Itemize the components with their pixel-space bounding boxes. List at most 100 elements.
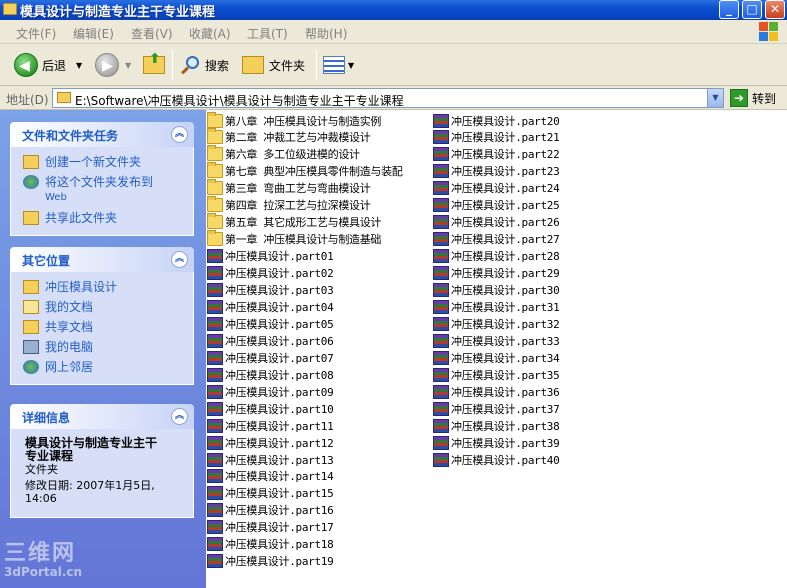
file-item[interactable]: 冲压模具设计.part02 [207, 265, 334, 282]
folder-item[interactable]: 第六章 多工位级进模的设计 [207, 145, 360, 163]
file-item[interactable]: 冲压模具设计.part26 [433, 214, 560, 231]
forward-dropdown-icon[interactable]: ▼ [125, 61, 131, 70]
file-item[interactable]: 冲压模具设计.part04 [207, 298, 334, 315]
network-icon [23, 360, 39, 374]
menu-tools[interactable]: 工具(T) [247, 25, 288, 42]
views-button[interactable]: ▼ [323, 52, 354, 78]
menu-help[interactable]: 帮助(H) [305, 25, 347, 42]
file-item[interactable]: 冲压模具设计.part14 [207, 468, 334, 485]
task-share-folder[interactable]: 共享此文件夹 [23, 211, 187, 225]
close-button[interactable]: ✕ [765, 0, 785, 19]
folder-icon [207, 128, 223, 145]
file-item[interactable]: 冲压模具设计.part36 [433, 383, 560, 400]
file-item[interactable]: 冲压模具设计.part06 [207, 332, 334, 349]
file-name: 冲压模具设计.part21 [451, 131, 560, 145]
folder-item[interactable]: 第五章 其它成形工艺与模具设计 [207, 213, 381, 231]
file-item[interactable]: 冲压模具设计.part24 [433, 180, 560, 197]
address-input[interactable]: E:\Software\冲压模具设计\模具设计与制造专业主干专业课程 ▼ [52, 88, 724, 108]
file-item[interactable]: 冲压模具设计.part21 [433, 129, 560, 146]
file-item[interactable]: 冲压模具设计.part31 [433, 298, 560, 315]
other-places-header[interactable]: 其它位置 ︽ [10, 247, 194, 272]
folders-button[interactable]: 文件夹 [242, 52, 305, 78]
menu-file[interactable]: 文件(F) [16, 25, 56, 42]
file-item[interactable]: 冲压模具设计.part10 [207, 400, 334, 417]
place-my-computer[interactable]: 我的电脑 [23, 340, 187, 354]
place-shared-documents[interactable]: 共享文档 [23, 320, 187, 334]
task-new-folder[interactable]: 创建一个新文件夹 [23, 155, 187, 169]
menu-favorites[interactable]: 收藏(A) [189, 25, 231, 42]
forward-arrow-icon: ▶ [95, 53, 119, 77]
file-item[interactable]: 冲压模具设计.part18 [207, 536, 334, 553]
file-item[interactable]: 冲压模具设计.part40 [433, 451, 560, 468]
file-item[interactable]: 冲压模具设计.part16 [207, 502, 334, 519]
file-item[interactable]: 冲压模具设计.part25 [433, 197, 560, 214]
views-dropdown-icon[interactable]: ▼ [348, 61, 354, 70]
file-item[interactable]: 冲压模具设计.part23 [433, 163, 560, 180]
folder-item[interactable]: 第一章 冲压模具设计与制造基础 [207, 230, 382, 248]
file-item[interactable]: 冲压模具设计.part11 [207, 417, 334, 434]
windows-logo-icon [759, 22, 779, 42]
file-item[interactable]: 冲压模具设计.part13 [207, 451, 334, 468]
collapse-chevron-icon[interactable]: ︽ [171, 126, 188, 143]
task-publish-web[interactable]: 将这个文件夹发布到 Web [23, 175, 187, 205]
file-item[interactable]: 冲压模具设计.part12 [207, 434, 334, 451]
file-item[interactable]: 冲压模具设计.part03 [207, 282, 334, 299]
back-button[interactable]: ◀ 后退 ▼ [14, 52, 82, 78]
search-button[interactable]: 搜索 [180, 52, 229, 78]
file-item[interactable]: 冲压模具设计.part20 [433, 112, 560, 129]
folder-item[interactable]: 第七章 典型冲压模具零件制造与装配 [207, 162, 403, 180]
file-item[interactable]: 冲压模具设计.part22 [433, 146, 560, 163]
file-item[interactable]: 冲压模具设计.part30 [433, 282, 560, 299]
title-bar[interactable]: 模具设计与制造专业主干专业课程 _ □ ✕ [0, 0, 787, 20]
file-tasks-title: 文件和文件夹任务 [22, 129, 119, 143]
maximize-button[interactable]: □ [742, 0, 762, 19]
file-tasks-header[interactable]: 文件和文件夹任务 ︽ [10, 122, 194, 147]
task-publish-web-label: 将这个文件夹发布到 [45, 175, 154, 189]
go-button[interactable]: ➜ 转到 [730, 88, 776, 108]
file-item[interactable]: 冲压模具设计.part38 [433, 417, 560, 434]
back-dropdown-icon[interactable]: ▼ [76, 61, 82, 70]
menu-edit[interactable]: 编辑(E) [73, 25, 114, 42]
file-item[interactable]: 冲压模具设计.part33 [433, 332, 560, 349]
address-dropdown-icon[interactable]: ▼ [707, 89, 723, 107]
file-item[interactable]: 冲压模具设计.part34 [433, 349, 560, 366]
folder-item[interactable]: 第三章 弯曲工艺与弯曲模设计 [207, 179, 371, 197]
collapse-chevron-icon[interactable]: ︽ [171, 408, 188, 425]
collapse-chevron-icon[interactable]: ︽ [171, 251, 188, 268]
place-stamping-design[interactable]: 冲压模具设计 [23, 280, 187, 294]
file-item[interactable]: 冲压模具设计.part07 [207, 349, 334, 366]
details-header[interactable]: 详细信息 ︽ [10, 404, 194, 429]
forward-button[interactable]: ▶ ▼ [95, 52, 131, 78]
up-button[interactable]: ⬆ [143, 51, 165, 78]
menu-view[interactable]: 查看(V) [131, 25, 173, 42]
file-item[interactable]: 冲压模具设计.part35 [433, 366, 560, 383]
file-item[interactable]: 冲压模具设计.part28 [433, 248, 560, 265]
file-item[interactable]: 冲压模具设计.part27 [433, 231, 560, 248]
file-item[interactable]: 冲压模具设计.part09 [207, 383, 334, 400]
file-item[interactable]: 冲压模具设计.part08 [207, 366, 334, 383]
minimize-button[interactable]: _ [719, 0, 739, 19]
winrar-archive-icon [433, 198, 449, 213]
place-my-documents[interactable]: 我的文档 [23, 300, 187, 314]
file-item[interactable]: 冲压模具设计.part15 [207, 485, 334, 502]
folder-name: 第一章 冲压模具设计与制造基础 [225, 233, 382, 247]
file-item[interactable]: 冲压模具设计.part39 [433, 434, 560, 451]
folder-item[interactable]: 第二章 冲裁工艺与冲裁模设计 [207, 128, 371, 146]
folder-item[interactable]: 第四章 拉深工艺与拉深模设计 [207, 196, 371, 214]
documents-icon [23, 300, 39, 314]
folder-icon [207, 111, 223, 128]
file-item[interactable]: 冲压模具设计.part17 [207, 519, 334, 536]
place-network[interactable]: 网上邻居 [23, 360, 187, 374]
file-item[interactable]: 冲压模具设计.part01 [207, 248, 334, 265]
winrar-archive-icon [207, 350, 223, 365]
file-name: 冲压模具设计.part27 [451, 233, 560, 247]
file-item[interactable]: 冲压模具设计.part29 [433, 265, 560, 282]
file-item[interactable]: 冲压模具设计.part19 [207, 553, 334, 570]
folder-item[interactable]: 第八章 冲压模具设计与制造实例 [207, 111, 381, 129]
file-tasks-panel: 文件和文件夹任务 ︽ 创建一个新文件夹 将这个文件夹发布到 Web 共享此文件夹 [10, 122, 194, 236]
file-item[interactable]: 冲压模具设计.part05 [207, 315, 334, 332]
file-item[interactable]: 冲压模具设计.part32 [433, 315, 560, 332]
file-name: 冲压模具设计.part34 [451, 351, 560, 365]
file-name: 冲压模具设计.part20 [451, 114, 560, 128]
file-item[interactable]: 冲压模具设计.part37 [433, 400, 560, 417]
